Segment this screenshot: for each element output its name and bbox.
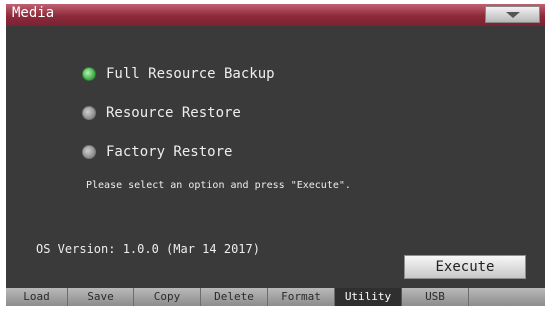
chevron-down-icon xyxy=(506,12,520,18)
option-label: Resource Restore xyxy=(106,105,241,121)
option-label: Factory Restore xyxy=(106,144,233,160)
tab-save[interactable]: Save xyxy=(68,288,134,306)
option-resource-restore[interactable]: Resource Restore xyxy=(82,103,241,123)
os-version-text: OS Version: 1.0.0 (Mar 14 2017) xyxy=(36,242,260,256)
tab-empty xyxy=(469,288,545,306)
option-label: Full Resource Backup xyxy=(106,66,275,82)
title-bar: Media xyxy=(6,4,545,26)
option-factory-restore[interactable]: Factory Restore xyxy=(82,142,232,162)
execute-button[interactable]: Execute xyxy=(404,255,526,279)
tab-load[interactable]: Load xyxy=(6,288,68,306)
tab-delete[interactable]: Delete xyxy=(201,288,268,306)
radio-unselected-icon[interactable] xyxy=(82,145,96,159)
media-screen: Media Full Resource Backup Resource Rest… xyxy=(6,4,545,306)
tab-utility[interactable]: Utility xyxy=(335,288,402,306)
instruction-text: Please select an option and press "Execu… xyxy=(86,180,351,191)
radio-selected-icon[interactable] xyxy=(82,67,96,81)
tab-usb[interactable]: USB xyxy=(402,288,469,306)
page-title: Media xyxy=(12,5,55,21)
radio-unselected-icon[interactable] xyxy=(82,106,96,120)
tab-copy[interactable]: Copy xyxy=(134,288,201,306)
tab-format[interactable]: Format xyxy=(268,288,335,306)
page-menu-button[interactable] xyxy=(485,6,540,23)
option-full-resource-backup[interactable]: Full Resource Backup xyxy=(82,64,275,84)
bottom-tab-bar: Load Save Copy Delete Format Utility USB xyxy=(6,288,545,306)
